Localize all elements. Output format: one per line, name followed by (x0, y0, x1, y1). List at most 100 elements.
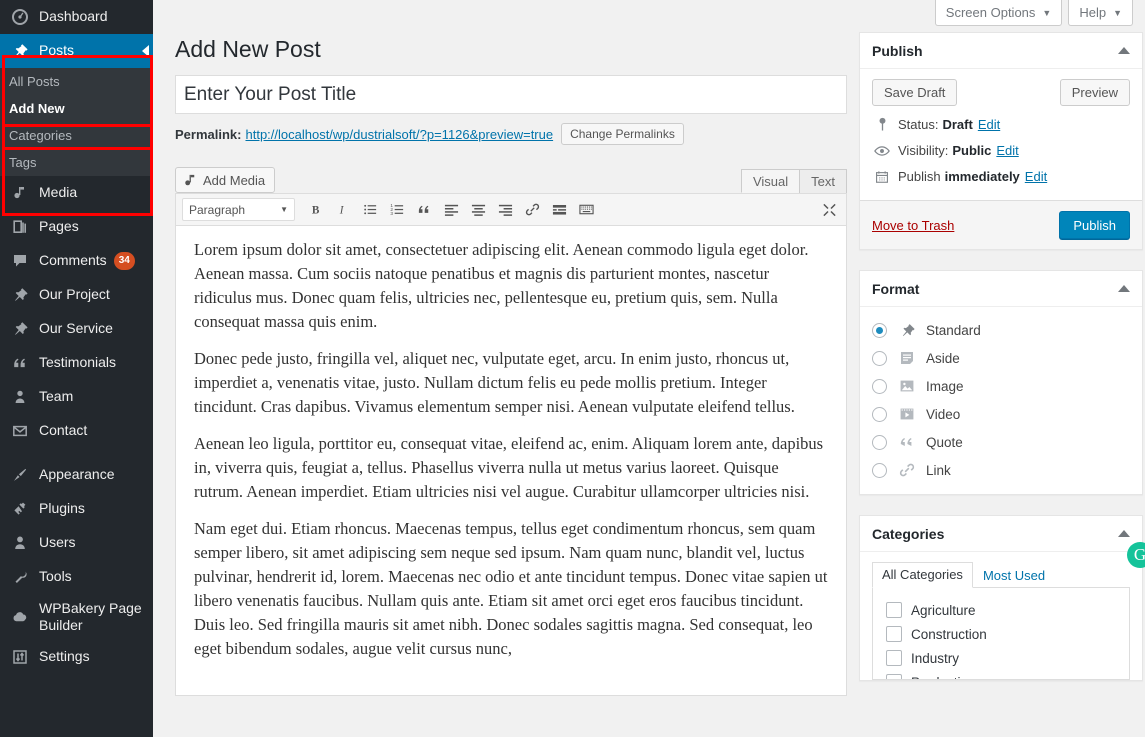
sidebar-subitem-categories[interactable]: Categories (0, 122, 153, 149)
move-to-trash-link[interactable]: Move to Trash (872, 218, 954, 233)
add-media-button[interactable]: Add Media (175, 167, 276, 193)
screen-options-button[interactable]: Screen Options ▼ (934, 0, 1063, 26)
tab-text[interactable]: Text (799, 169, 847, 193)
align-right-icon[interactable] (492, 198, 519, 222)
chevron-up-icon[interactable] (1118, 530, 1130, 537)
radio-link[interactable] (872, 462, 887, 478)
format-label: Video (926, 406, 961, 422)
sidebar-item-dashboard[interactable]: Dashboard (0, 0, 153, 34)
visibility-edit-link[interactable]: Edit (996, 143, 1018, 158)
sidebar-item-contact[interactable]: Contact (0, 414, 153, 448)
save-draft-button[interactable]: Save Draft (872, 79, 958, 106)
sidebar-subitem-label: Categories (9, 128, 72, 143)
bold-icon[interactable]: B (303, 198, 330, 222)
page-title: Add New Post (175, 36, 321, 62)
category-checkbox-construction[interactable] (886, 626, 902, 642)
sidebar-item-testimonials[interactable]: Testimonials (0, 346, 153, 380)
category-item[interactable]: Construction (886, 622, 1119, 646)
sidebar-item-our-service[interactable]: Our Service (0, 312, 153, 346)
sidebar-item-tools[interactable]: Tools (0, 560, 153, 594)
sidebar-item-our-project[interactable]: Our Project (0, 278, 153, 312)
permalink-url-link[interactable]: http://localhost/wp/dustrialsoft/?p=1126… (245, 127, 553, 142)
format-option-aside[interactable]: Aside (872, 344, 1130, 372)
format-label: Quote (926, 434, 963, 450)
pin-icon (9, 319, 31, 339)
preview-button[interactable]: Preview (1059, 79, 1130, 106)
change-permalinks-button[interactable]: Change Permalinks (561, 123, 684, 145)
categories-panel-header[interactable]: Categories (860, 516, 1142, 552)
chevron-down-icon: ▼ (1113, 7, 1122, 18)
publish-button[interactable]: Publish (1059, 211, 1130, 239)
publish-time-edit-link[interactable]: Edit (1025, 169, 1047, 184)
format-panel-header[interactable]: Format (860, 271, 1142, 307)
permalink-label: Permalink: (175, 126, 242, 142)
category-checkbox-industry[interactable] (886, 650, 902, 666)
pin-icon (9, 41, 31, 61)
post-title-input[interactable] (175, 75, 847, 114)
tab-visual[interactable]: Visual (740, 169, 801, 193)
category-item[interactable]: Production (886, 670, 1119, 679)
category-checkbox-agriculture[interactable] (886, 602, 902, 618)
sidebar-item-label: Appearance (39, 466, 115, 483)
sidebar-item-users[interactable]: Users (0, 526, 153, 560)
category-item[interactable]: Industry (886, 646, 1119, 670)
comments-count-badge: 34 (113, 252, 135, 270)
sidebar-item-settings[interactable]: Settings (0, 640, 153, 674)
format-option-video[interactable]: Video (872, 400, 1130, 428)
publish-panel-header[interactable]: Publish (860, 33, 1142, 69)
align-center-icon[interactable] (465, 198, 492, 222)
category-checkbox-production[interactable] (886, 674, 902, 679)
sidebar-item-comments[interactable]: Comments 34 (0, 244, 153, 278)
categories-tabs: All Categories Most Used (872, 562, 1130, 588)
chevron-down-icon: ▼ (280, 205, 288, 214)
sidebar-item-posts[interactable]: Posts (0, 34, 153, 68)
format-option-quote[interactable]: Quote (872, 428, 1130, 456)
sidebar-item-label: Posts (39, 42, 75, 59)
radio-quote[interactable] (872, 434, 887, 450)
status-edit-link[interactable]: Edit (978, 117, 1000, 132)
link-icon[interactable] (519, 198, 546, 222)
submenu-collapse-arrow-icon (142, 45, 149, 57)
radio-standard[interactable] (872, 322, 887, 338)
blockquote-icon[interactable] (411, 198, 438, 222)
sidebar-item-label: Users (39, 534, 76, 551)
sidebar-item-plugins[interactable]: Plugins (0, 492, 153, 526)
format-label: Aside (926, 350, 960, 366)
numbered-list-icon[interactable]: 123 (384, 198, 411, 222)
categories-list: Agriculture Construction Industry (872, 588, 1130, 680)
sidebar-item-pages[interactable]: Pages (0, 210, 153, 244)
editor-content-body[interactable]: Lorem ipsum dolor sit amet, consectetuer… (175, 226, 847, 696)
sidebar-item-appearance[interactable]: Appearance (0, 458, 153, 492)
radio-aside[interactable] (872, 350, 887, 366)
format-label: Image (926, 378, 964, 394)
format-option-standard[interactable]: Standard (872, 316, 1130, 344)
chevron-up-icon[interactable] (1118, 285, 1130, 292)
radio-video[interactable] (872, 406, 887, 422)
sidebar-subitem-label: Add New (9, 101, 65, 116)
format-option-image[interactable]: Image (872, 372, 1130, 400)
format-option-link[interactable]: Link (872, 456, 1130, 484)
sidebar-item-wpbakery-page-builder[interactable]: WPBakery Page Builder (0, 594, 153, 640)
align-left-icon[interactable] (438, 198, 465, 222)
tab-all-categories[interactable]: All Categories (872, 562, 973, 588)
sidebar-item-team[interactable]: Team (0, 380, 153, 414)
fullscreen-icon[interactable] (822, 202, 837, 217)
radio-image[interactable] (872, 378, 887, 394)
help-button[interactable]: Help ▼ (1068, 0, 1133, 26)
sidebar-item-media[interactable]: Media (0, 176, 153, 210)
bulleted-list-icon[interactable] (357, 198, 384, 222)
status-value: Draft (942, 117, 973, 132)
post-sidebar-column: Publish Save Draft Preview Status: Draft… (859, 32, 1145, 701)
paragraph-format-select[interactable]: Paragraph ▼ (182, 198, 295, 221)
read-more-icon[interactable] (546, 198, 573, 222)
sidebar-item-label: Tools (39, 568, 72, 585)
italic-icon[interactable]: I (330, 198, 357, 222)
sidebar-subitem-all-posts[interactable]: All Posts (0, 68, 153, 95)
sidebar-subitem-add-new[interactable]: Add New (0, 95, 153, 122)
sidebar-subitem-tags[interactable]: Tags (0, 149, 153, 176)
chevron-up-icon[interactable] (1118, 47, 1130, 54)
tab-most-used[interactable]: Most Used (973, 563, 1055, 588)
user-icon (9, 387, 31, 407)
toolbar-toggle-icon[interactable] (573, 198, 600, 222)
category-item[interactable]: Agriculture (886, 598, 1119, 622)
